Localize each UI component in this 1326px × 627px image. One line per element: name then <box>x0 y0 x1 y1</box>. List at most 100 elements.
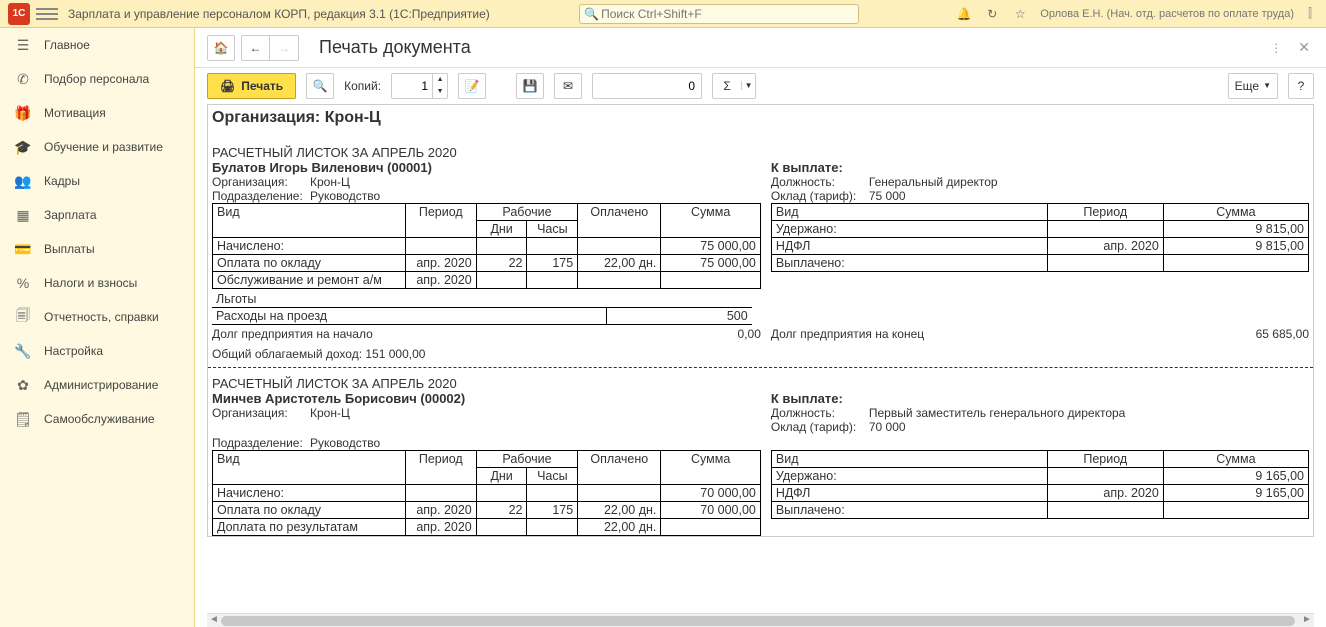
slip-title-1: РАСЧЕТНЫЙ ЛИСТОК ЗА АПРЕЛЬ 2020 <box>212 145 1309 160</box>
email-button[interactable]: ✉ <box>554 73 582 99</box>
nav-label: Мотивация <box>44 106 106 120</box>
nav-item-0[interactable]: ☰ Главное <box>0 28 194 62</box>
accruals-table-1: ВидПериодРабочиеОплаченоСумма ДниЧасы На… <box>212 203 761 289</box>
nav-item-8[interactable]: 🗐 Отчетность, справки <box>0 300 194 334</box>
global-search[interactable]: 🔍 <box>579 4 859 24</box>
nav-label: Кадры <box>44 174 80 188</box>
benefits-table-1: Льготы Расходы на проезд500 <box>212 291 752 325</box>
toolbar: 🖨 Печать 🔍 Копий: ▲▼ 📝 💾 ✉ Σ▼ Еще▼ ? <box>195 68 1326 104</box>
nav-icon: 👥 <box>14 173 32 190</box>
nav-icon: 💳 <box>14 241 32 258</box>
nav-icon: 🎁 <box>14 105 32 122</box>
copies-input[interactable] <box>392 79 432 93</box>
withhold-table-1: ВидПериодСумма Удержано:9 815,00 НДФЛапр… <box>771 203 1309 272</box>
horizontal-scrollbar[interactable]: ◄ ► <box>207 613 1314 627</box>
accruals-table-2: ВидПериодРабочиеОплаченоСумма ДниЧасы На… <box>212 450 761 536</box>
employee-name-1: Булатов Игорь Виленович (00001) <box>212 160 761 175</box>
history-icon[interactable]: ↻ <box>984 6 1000 22</box>
nav-label: Подбор персонала <box>44 72 149 86</box>
table-row: Оплата по окладуапр. 20202217522,00 дн.7… <box>213 255 761 272</box>
nav-label: Самообслуживание <box>44 412 155 426</box>
table-row: НДФЛапр. 20209 815,00 <box>771 238 1308 255</box>
print-button[interactable]: 🖨 Печать <box>207 73 296 99</box>
nav-label: Зарплата <box>44 208 97 222</box>
user-info[interactable]: Орлова Е.Н. (Нач. отд. расчетов по оплат… <box>1040 8 1294 20</box>
app-title: Зарплата и управление персоналом КОРП, р… <box>68 7 490 21</box>
save-button[interactable]: 💾 <box>516 73 544 99</box>
sum-button[interactable]: Σ▼ <box>712 73 756 99</box>
search-icon: 🔍 <box>584 6 599 22</box>
payout-label-2: К выплате: <box>771 391 1309 406</box>
nav-label: Главное <box>44 38 90 52</box>
table-row: НДФЛапр. 20209 165,00 <box>771 485 1308 502</box>
table-row: Доплата по результатамапр. 202022,00 дн. <box>213 519 761 536</box>
page-header: 🏠 ← → Печать документа ⋮ ✕ <box>195 28 1326 68</box>
scroll-left-icon[interactable]: ◄ <box>207 614 221 625</box>
kebab-icon[interactable]: ⋮ <box>1270 41 1282 55</box>
help-button[interactable]: ? <box>1288 73 1314 99</box>
main-menu-icon[interactable] <box>36 3 58 25</box>
print-label: Печать <box>241 79 283 93</box>
forward-button[interactable]: → <box>270 36 298 60</box>
nav-icon: ▦ <box>14 207 32 224</box>
nav-label: Выплаты <box>44 242 95 256</box>
nav-item-1[interactable]: ✆ Подбор персонала <box>0 62 194 96</box>
nav-item-2[interactable]: 🎁 Мотивация <box>0 96 194 130</box>
nav-label: Администрирование <box>44 378 158 392</box>
number-input[interactable] <box>592 73 702 99</box>
search-input[interactable] <box>599 6 854 22</box>
page-title: Печать документа <box>319 37 471 58</box>
table-row: Оплата по окладуапр. 20202217522,00 дн.7… <box>213 502 761 519</box>
back-button[interactable]: ← <box>242 36 270 60</box>
nav-item-4[interactable]: 👥 Кадры <box>0 164 194 198</box>
sidebar: ☰ Главное ✆ Подбор персонала 🎁 Мотивация 🎓 Обуч… <box>0 28 195 627</box>
nav-item-7[interactable]: % Налоги и взносы <box>0 266 194 300</box>
edit-button[interactable]: 📝 <box>458 73 486 99</box>
content-area: 🏠 ← → Печать документа ⋮ ✕ 🖨 Печать 🔍 Ко… <box>195 28 1326 627</box>
app-topbar: 1C Зарплата и управление персоналом КОРП… <box>0 0 1326 28</box>
nav-arrows: ← → <box>241 35 299 61</box>
nav-label: Настройка <box>44 344 103 358</box>
payout-label-1: К выплате: <box>771 160 1309 175</box>
scroll-thumb[interactable] <box>221 616 1295 626</box>
home-button[interactable]: 🏠 <box>207 35 235 61</box>
nav-label: Обучение и развитие <box>44 140 163 154</box>
scroll-right-icon[interactable]: ► <box>1300 614 1314 625</box>
employee-name-2: Минчев Аристотель Борисович (00002) <box>212 391 761 406</box>
document-area[interactable]: Организация: Крон-Ц РАСЧЕТНЫЙ ЛИСТОК ЗА … <box>195 104 1326 609</box>
nav-item-11[interactable]: 🗒 Самообслуживание <box>0 402 194 436</box>
star-icon[interactable]: ☆ <box>1012 6 1028 22</box>
more-button[interactable]: Еще▼ <box>1228 73 1278 99</box>
close-button[interactable]: ✕ <box>1294 35 1314 60</box>
logo-1c: 1C <box>8 3 30 25</box>
slip-title-2: РАСЧЕТНЫЙ ЛИСТОК ЗА АПРЕЛЬ 2020 <box>212 376 1309 391</box>
nav-item-10[interactable]: ✿ Администрирование <box>0 368 194 402</box>
nav-label: Налоги и взносы <box>44 276 137 290</box>
nav-icon: 🔧 <box>14 343 32 360</box>
nav-icon: 🗐 <box>14 305 32 329</box>
top-icons: 🔔 ↻ ☆ <box>956 6 1028 22</box>
nav-item-6[interactable]: 💳 Выплаты <box>0 232 194 266</box>
nav-icon: 🗒 <box>14 411 32 428</box>
printer-icon: 🖨 <box>220 79 235 93</box>
nav-icon: ☰ <box>14 37 32 54</box>
payslip-2: РАСЧЕТНЫЙ ЛИСТОК ЗА АПРЕЛЬ 2020 Минчев А… <box>208 376 1313 536</box>
withhold-table-2: ВидПериодСумма Удержано:9 165,00 НДФЛапр… <box>771 450 1309 519</box>
nav-icon: % <box>14 275 32 291</box>
more-label: Еще <box>1235 79 1259 93</box>
nav-item-5[interactable]: ▦ Зарплата <box>0 198 194 232</box>
payslip-1: РАСЧЕТНЫЙ ЛИСТОК ЗА АПРЕЛЬ 2020 Булатов … <box>208 145 1313 361</box>
copies-spinbox[interactable]: ▲▼ <box>391 73 448 99</box>
spin-down[interactable]: ▼ <box>433 86 447 98</box>
spin-up[interactable]: ▲ <box>433 74 447 86</box>
settings-bars-icon[interactable]: ⫿ <box>1302 6 1318 22</box>
preview-button[interactable]: 🔍 <box>306 73 334 99</box>
nav-icon: ✿ <box>14 377 32 394</box>
bell-icon[interactable]: 🔔 <box>956 6 972 22</box>
table-row: Обслуживание и ремонт а/мапр. 2020 <box>213 272 761 289</box>
nav-item-3[interactable]: 🎓 Обучение и развитие <box>0 130 194 164</box>
nav-label: Отчетность, справки <box>44 310 159 324</box>
nav-icon: 🎓 <box>14 139 32 156</box>
nav-item-9[interactable]: 🔧 Настройка <box>0 334 194 368</box>
nav-icon: ✆ <box>14 71 32 88</box>
